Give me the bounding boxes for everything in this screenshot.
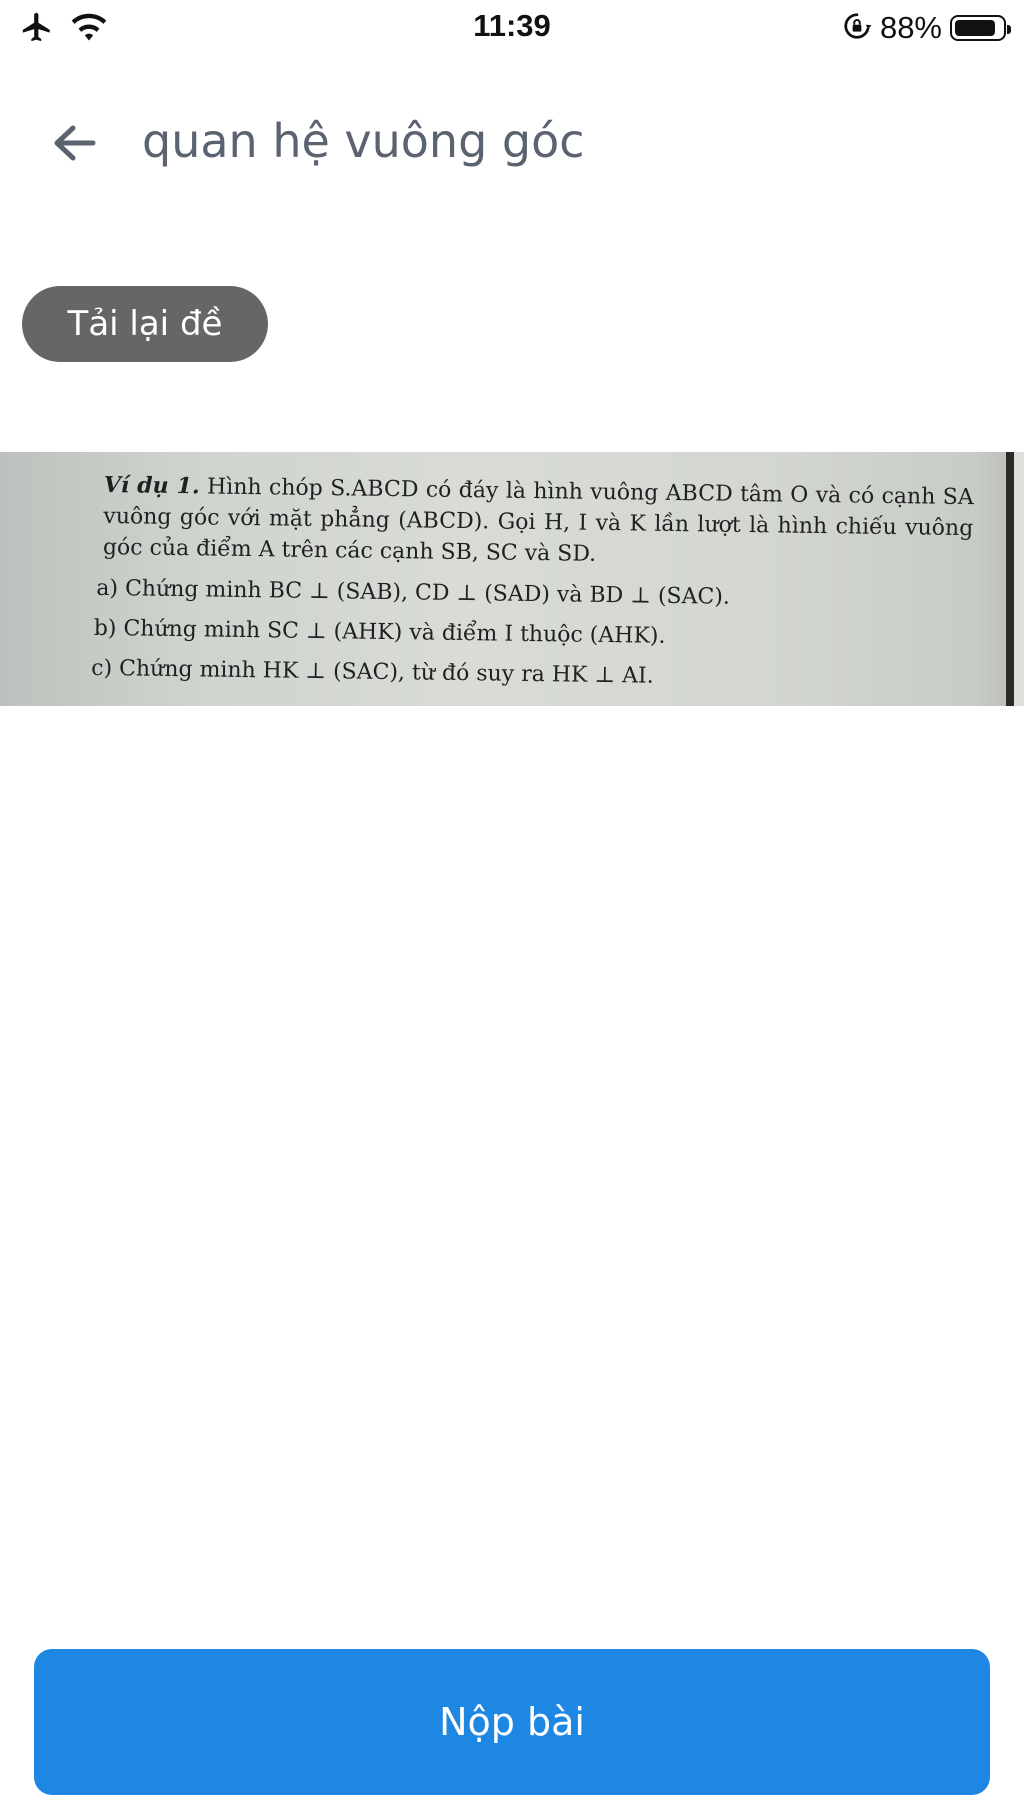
battery-icon — [950, 15, 1011, 41]
battery-level — [955, 20, 995, 36]
question-photo: Ví dụ 1. Hình chóp S.ABCD có đáy là hình… — [0, 452, 1024, 706]
submit-button[interactable]: Nộp bài — [34, 1649, 990, 1795]
question-intro: Ví dụ 1. Hình chóp S.ABCD có đáy là hình… — [103, 470, 974, 575]
page-title: quan hệ vuông góc — [142, 114, 585, 168]
question-text: Ví dụ 1. Hình chóp S.ABCD có đáy là hình… — [91, 470, 974, 696]
orientation-lock-icon — [842, 11, 872, 45]
battery-percent: 88% — [879, 10, 942, 45]
header: quan hệ vuông góc — [0, 100, 1024, 190]
arrow-left-icon — [51, 123, 97, 167]
question-item-b: b) Chứng minh SC ⊥ (AHK) và điểm I thuộc… — [93, 615, 666, 649]
question-item-a: a) Chứng minh BC ⊥ (SAB), CD ⊥ (SAD) và … — [96, 575, 731, 610]
reload-question-button[interactable]: Tải lại đề — [22, 286, 268, 362]
question-intro-text: Hình chóp S.ABCD có đáy là hình vuông AB… — [102, 474, 974, 567]
question-item-c: c) Chứng minh HK ⊥ (SAC), từ đó suy ra H… — [91, 655, 654, 689]
back-button[interactable] — [44, 118, 104, 172]
book-spine — [1006, 452, 1014, 706]
example-label: Ví dụ 1. — [103, 471, 200, 500]
status-bar-right: 88% — [842, 10, 1011, 46]
status-bar: 11:39 88% — [0, 0, 1024, 56]
